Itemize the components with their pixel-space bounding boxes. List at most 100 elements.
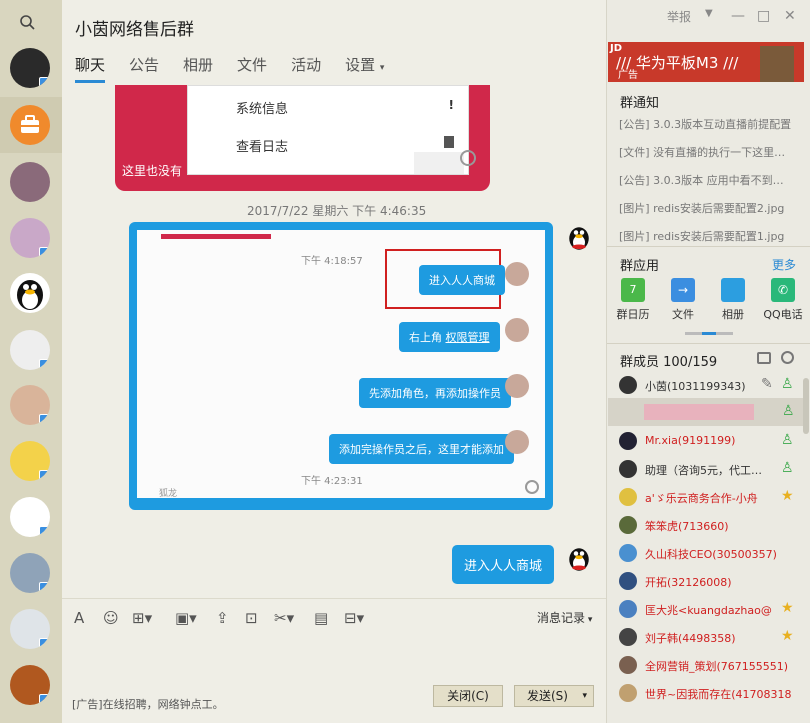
maximize-button[interactable]: □ — [757, 8, 770, 24]
notice-item[interactable]: [公告] 3.0.3版本互动直播前提配置 — [619, 116, 809, 132]
member-row[interactable]: 世界~因我而存在(41708318 — [619, 681, 799, 705]
tab-bar: 聊天 公告 相册 文件 活动 设置 ▾ — [75, 54, 408, 83]
qq-group-chat-window: 小茵网络售后群 聊天 公告 相册 文件 活动 设置 ▾ 系统信息 ! 查看日志 … — [0, 0, 810, 723]
screenshot-message[interactable]: 下午 4:18:57 进入人人商城 右上角 权限管理 先添加角色，再添加操作员 … — [129, 222, 553, 510]
ad-banner[interactable]: JD /// 华为平板M3 /// 广告 — [608, 42, 804, 82]
history-box-icon[interactable]: ▤ — [314, 609, 328, 627]
book-icon — [444, 136, 454, 148]
session-avatar[interactable] — [10, 330, 50, 370]
inner-avatar — [505, 318, 529, 342]
app-qq-phone[interactable]: ✆ QQ电话 — [759, 278, 807, 322]
menu-item-system-info: 系统信息 — [236, 102, 289, 117]
search-icon[interactable] — [19, 14, 43, 34]
group-info-panel: 举报 ▼ — □ ✕ JD /// 华为平板M3 /// 广告 群通知 [公告]… — [606, 0, 810, 723]
inner-bubble: 右上角 权限管理 — [399, 322, 500, 352]
member-search-icon[interactable] — [781, 351, 794, 364]
session-avatar[interactable] — [10, 553, 50, 593]
inner-avatar — [505, 374, 529, 398]
member-row[interactable]: 久山科技CEO(30500357) — [619, 541, 799, 565]
report-link[interactable]: 举报 — [667, 8, 691, 25]
member-scrollbar[interactable] — [803, 378, 809, 434]
member-row[interactable]: 笨笨虎(713660) — [619, 513, 799, 537]
admin-icon: ♙ — [781, 432, 794, 448]
sticker-icon[interactable]: ⊞▾ — [132, 609, 152, 627]
minimize-button[interactable]: — — [731, 8, 745, 24]
menu-item-view-log: 查看日志 — [236, 140, 289, 155]
inner-footer-name: 狐龙 — [159, 489, 178, 499]
notice-item[interactable]: [公告] 3.0.3版本 应用中看不到… — [619, 172, 809, 188]
session-avatar[interactable] — [10, 497, 50, 537]
member-row[interactable]: a'ゞ乐云商务合作-小舟 ★ — [619, 485, 799, 509]
session-avatar[interactable] — [10, 441, 50, 481]
penguin-avatar[interactable] — [564, 543, 594, 573]
notice-item[interactable]: [图片] redis安装后需要配置2.jpg — [619, 200, 809, 216]
image-message-card[interactable]: 系统信息 ! 查看日志 这里也没有 — [115, 85, 490, 191]
scissors-icon[interactable]: ✂▾ — [274, 609, 294, 627]
session-sidebar — [0, 0, 62, 723]
ad-text[interactable]: [广告]在线招聘，网络钟点工。 — [72, 696, 224, 712]
inner-bubble: 添加完操作员之后，这里才能添加 — [329, 434, 514, 464]
font-icon[interactable]: A — [74, 609, 84, 627]
notice-item[interactable]: [图片] redis安装后需要配置1.jpg — [619, 228, 809, 244]
upload-icon[interactable]: ⇪ — [216, 609, 229, 627]
message-input[interactable]: [广告]在线招聘，网络钟点工。 关闭(C) 发送(S) ▾ — [62, 634, 606, 723]
tab-album[interactable]: 相册 — [183, 54, 213, 83]
session-avatar[interactable] — [10, 218, 50, 258]
members-title: 群成员 100/159 — [620, 355, 718, 370]
session-avatar-selected[interactable] — [0, 97, 62, 153]
inner-bubble: 进入人人商城 — [419, 265, 505, 295]
message-history-link[interactable]: 消息记录 ▾ — [537, 609, 592, 626]
session-avatar[interactable] — [10, 609, 50, 649]
session-avatar[interactable] — [10, 665, 50, 705]
app-calendar[interactable]: 7 群日历 — [613, 278, 653, 322]
session-avatar[interactable] — [10, 162, 50, 202]
admin-icon: ♙ — [782, 403, 795, 419]
emoji-icon[interactable]: ☺ — [103, 609, 119, 627]
member-row[interactable]: 助理（咨询5元，代工… ♙ — [619, 457, 799, 481]
apps-more-link[interactable]: 更多 — [772, 256, 796, 273]
member-row[interactable]: 全网营销_策划(767155551) — [619, 653, 799, 677]
chat-panel: 小茵网络售后群 聊天 公告 相册 文件 活动 设置 ▾ 系统信息 ! 查看日志 … — [62, 0, 606, 723]
group-title: 小茵网络售后群 — [75, 20, 194, 40]
penguin-avatar[interactable] — [10, 273, 50, 313]
admin-icon: ♙ — [781, 460, 794, 476]
close-window-button[interactable]: ✕ — [784, 8, 796, 24]
member-row[interactable]: 开拓(32126008) — [619, 569, 799, 593]
admin-icon: ♙ — [781, 376, 794, 392]
apps-title: 群应用 — [620, 259, 660, 274]
inner-time: 下午 4:23:31 — [301, 476, 363, 487]
send-button[interactable]: 发送(S) ▾ — [514, 685, 594, 707]
star-icon: ★ — [781, 628, 794, 644]
tab-file[interactable]: 文件 — [237, 54, 267, 83]
member-row[interactable]: 刘子韩(4498358) ★ — [619, 625, 799, 649]
member-row[interactable]: 匡大兆<kuangdazhao@ ★ — [619, 597, 799, 621]
inner-bubble: 先添加角色，再添加操作员 — [359, 378, 511, 408]
card-note: 这里也没有 — [122, 164, 183, 178]
session-avatar[interactable] — [10, 48, 50, 88]
tab-chat[interactable]: 聊天 — [75, 54, 106, 83]
tab-settings[interactable]: 设置 ▾ — [345, 54, 384, 83]
zoom-icon[interactable] — [525, 480, 539, 494]
session-avatar[interactable] — [10, 385, 50, 425]
inner-avatar — [505, 262, 529, 286]
chat-bubble[interactable]: 进入人人商城 — [452, 545, 555, 584]
close-button[interactable]: 关闭(C) — [433, 685, 503, 707]
page-indicator — [685, 332, 733, 335]
inner-time: 下午 4:18:57 — [301, 256, 363, 267]
app-file[interactable]: → 文件 — [663, 278, 703, 322]
alert-icon: ! — [448, 98, 454, 112]
member-row[interactable]: Mr.xia(9191199) ♙ — [619, 429, 799, 453]
chevron-down-icon[interactable]: ▼ — [705, 8, 713, 19]
tab-activity[interactable]: 活动 — [291, 54, 321, 83]
gift-icon[interactable]: ⊡ — [245, 609, 258, 627]
app-album[interactable]: 相册 — [713, 278, 753, 322]
more-icon[interactable]: ⊟▾ — [344, 609, 364, 627]
notice-item[interactable]: [文件] 没有直播的执行一下这里… — [619, 144, 809, 160]
tab-notice[interactable]: 公告 — [129, 54, 159, 83]
penguin-avatar[interactable] — [564, 222, 594, 252]
zoom-icon[interactable] — [460, 150, 476, 166]
member-row[interactable]: 小茵(1031199343) ✎ ♙ — [619, 373, 799, 397]
member-row-selected[interactable]: ♙ — [608, 398, 804, 426]
member-manage-icon[interactable] — [757, 352, 771, 364]
image-icon[interactable]: ▣▾ — [175, 609, 197, 627]
